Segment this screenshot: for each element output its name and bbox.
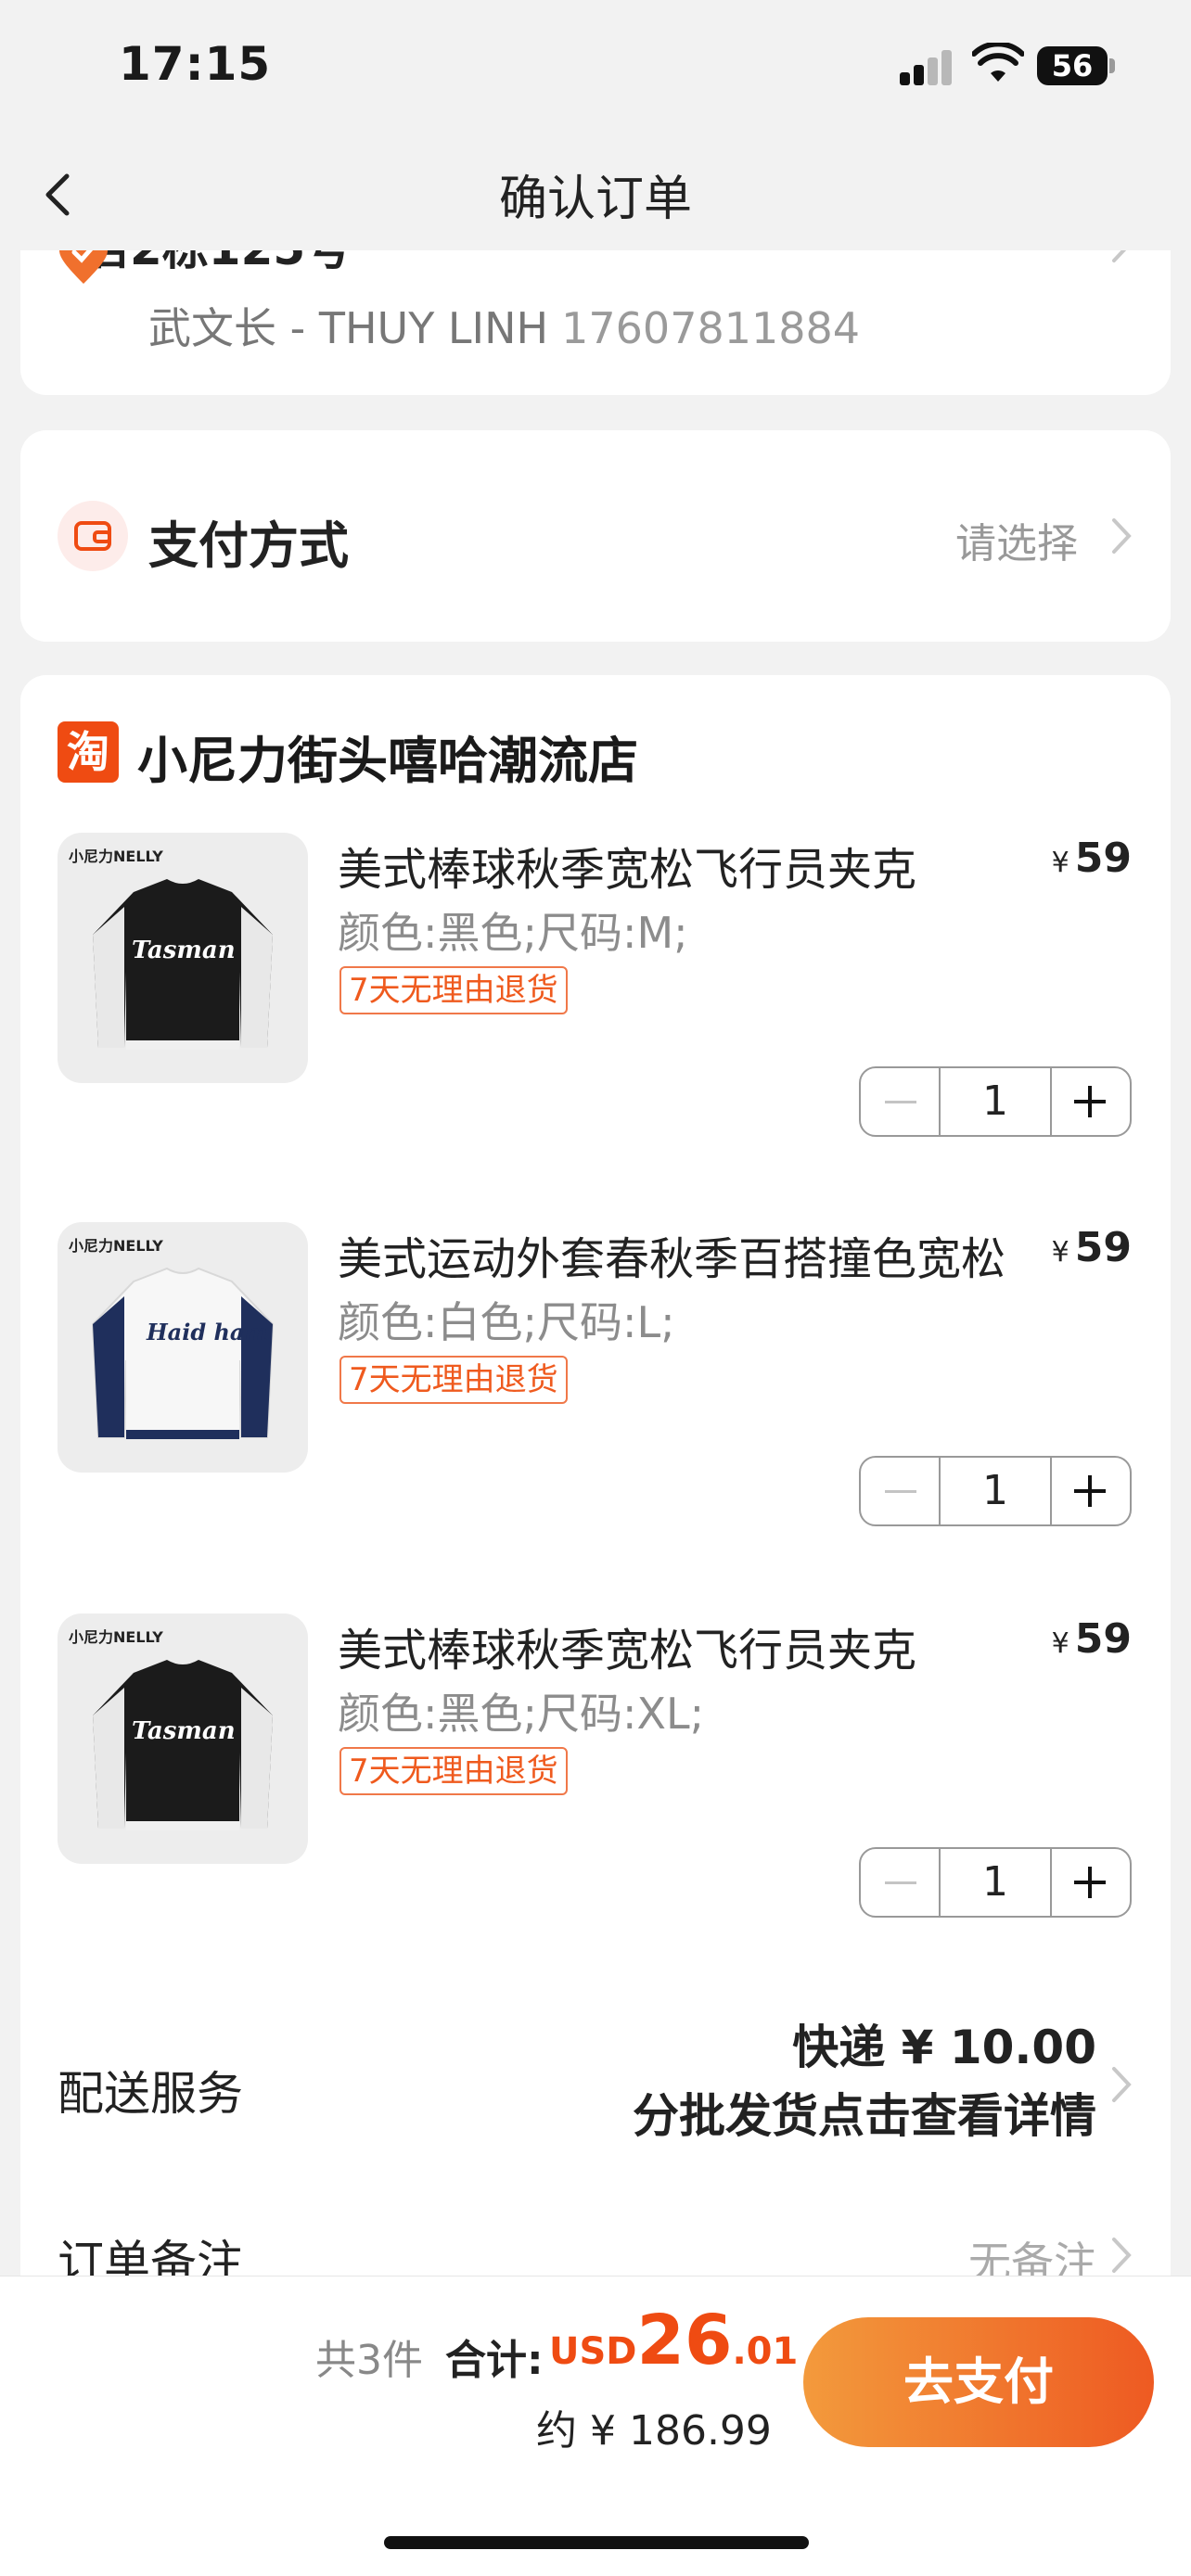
order-item: 小尼力NELLY Haid ham 美式运动外套春秋季百搭撞色宽松 颜色:白色;… bbox=[20, 1222, 1171, 1593]
order-confirm-screen: 17:15 56 店2栋125号 武文长 - THUY LINH17607811… bbox=[0, 0, 1191, 2576]
taobao-logo: 淘 bbox=[58, 721, 119, 783]
quantity-stepper: 1 bbox=[859, 1456, 1132, 1526]
order-item: 小尼力NELLY Tasman 美式棒球秋季宽松飞行员夹克 颜色:黑色;尺码:X… bbox=[20, 1613, 1171, 1984]
status-bar: 17:15 56 bbox=[0, 0, 1191, 139]
recipient-name: 武文长 - THUY LINH bbox=[148, 303, 549, 353]
shop-card: 淘 小尼力街头嘻哈潮流店 小尼力NELLY Tasman 美式棒球秋季宽松飞行员… bbox=[20, 675, 1171, 2307]
wallet-icon bbox=[58, 501, 128, 571]
payment-method-row[interactable]: 支付方式 请选择 bbox=[20, 430, 1171, 642]
return-policy-badge: 7天无理由退货 bbox=[339, 1356, 568, 1404]
item-price: ¥59 bbox=[1052, 1615, 1132, 1663]
item-title: 美式运动外套春秋季百搭撞色宽松 bbox=[338, 1233, 1006, 1285]
recipient-phone: 17607811884 bbox=[561, 303, 861, 353]
battery-icon: 56 bbox=[1037, 46, 1115, 85]
item-spec: 颜色:白色;尺码:L; bbox=[338, 1297, 675, 1347]
increase-button[interactable] bbox=[1050, 1849, 1130, 1916]
quantity-value[interactable]: 1 bbox=[941, 1849, 1052, 1916]
status-time: 17:15 bbox=[119, 37, 272, 91]
chevron-right-icon bbox=[1112, 518, 1132, 554]
order-item: 小尼力NELLY Tasman 美式棒球秋季宽松飞行员夹克 颜色:黑色;尺码:M… bbox=[20, 833, 1171, 1204]
quantity-value[interactable]: 1 bbox=[941, 1068, 1052, 1135]
price-value: 59 bbox=[1074, 835, 1132, 882]
currency-symbol: ¥ bbox=[1051, 1236, 1069, 1269]
total-approx-cny: 约 ¥ 186.99 bbox=[536, 2407, 772, 2455]
checkout-bar: 共3件 合计: USD26.01 约 ¥ 186.99 去支付 bbox=[0, 2276, 1191, 2576]
return-policy-badge: 7天无理由退货 bbox=[339, 966, 568, 1014]
delivery-fee[interactable]: 快递 ¥ 10.00 bbox=[792, 2010, 1096, 2077]
navigation-bar: 确认订单 bbox=[0, 139, 1191, 250]
product-image-text: Tasman bbox=[132, 937, 236, 964]
decrease-button[interactable] bbox=[861, 1849, 941, 1916]
item-title: 美式棒球秋季宽松飞行员夹克 bbox=[338, 844, 917, 896]
product-image[interactable]: 小尼力NELLY Haid ham bbox=[58, 1222, 308, 1473]
price-value: 59 bbox=[1074, 1224, 1132, 1271]
item-spec: 颜色:黑色;尺码:XL; bbox=[338, 1689, 705, 1739]
product-image-text: Tasman bbox=[132, 1717, 236, 1745]
item-price: ¥59 bbox=[1052, 1224, 1132, 1271]
product-image[interactable]: 小尼力NELLY Tasman bbox=[58, 1613, 308, 1864]
price-value: 59 bbox=[1074, 1615, 1132, 1663]
increase-button[interactable] bbox=[1050, 1068, 1130, 1135]
item-count: 共3件 bbox=[315, 2337, 423, 2384]
chevron-right-icon bbox=[1112, 2238, 1132, 2273]
delivery-label: 配送服务 bbox=[58, 2067, 243, 2121]
payment-method-label: 支付方式 bbox=[148, 516, 349, 575]
page-title: 确认订单 bbox=[498, 172, 692, 227]
item-title: 美式棒球秋季宽松飞行员夹克 bbox=[338, 1625, 917, 1677]
pay-button[interactable]: 去支付 bbox=[803, 2317, 1154, 2447]
quantity-stepper: 1 bbox=[859, 1847, 1132, 1918]
item-price: ¥59 bbox=[1052, 835, 1132, 882]
address-contact: 武文长 - THUY LINH 17607811884 bbox=[148, 295, 860, 356]
battery-level: 56 bbox=[1037, 46, 1108, 85]
currency-symbol: ¥ bbox=[1051, 847, 1069, 879]
total-integer: 26 bbox=[636, 2301, 733, 2380]
increase-button[interactable] bbox=[1050, 1458, 1130, 1524]
return-policy-badge: 7天无理由退货 bbox=[339, 1747, 568, 1795]
shop-name[interactable]: 小尼力街头嘻哈潮流店 bbox=[137, 720, 638, 793]
item-spec: 颜色:黑色;尺码:M; bbox=[338, 908, 688, 958]
total-amount: USD26.01 bbox=[549, 2301, 798, 2380]
total-label: 合计: bbox=[445, 2337, 544, 2384]
total-currency: USD bbox=[549, 2330, 637, 2373]
total-decimal: .01 bbox=[732, 2330, 799, 2373]
currency-symbol: ¥ bbox=[1051, 1627, 1069, 1660]
payment-method-select[interactable]: 请选择 bbox=[955, 510, 1078, 569]
quantity-value[interactable]: 1 bbox=[941, 1458, 1052, 1524]
cellular-signal-icon bbox=[900, 48, 955, 85]
chevron-right-icon bbox=[1112, 2067, 1132, 2102]
quantity-stepper: 1 bbox=[859, 1066, 1132, 1137]
product-image-text: Haid ham bbox=[147, 1319, 268, 1345]
wifi-icon bbox=[972, 43, 1024, 82]
delivery-detail-link[interactable]: 分批发货点击查看详情 bbox=[633, 2079, 1096, 2146]
home-indicator[interactable] bbox=[384, 2536, 809, 2549]
decrease-button[interactable] bbox=[861, 1458, 941, 1524]
decrease-button[interactable] bbox=[861, 1068, 941, 1135]
product-image[interactable]: 小尼力NELLY Tasman bbox=[58, 833, 308, 1083]
